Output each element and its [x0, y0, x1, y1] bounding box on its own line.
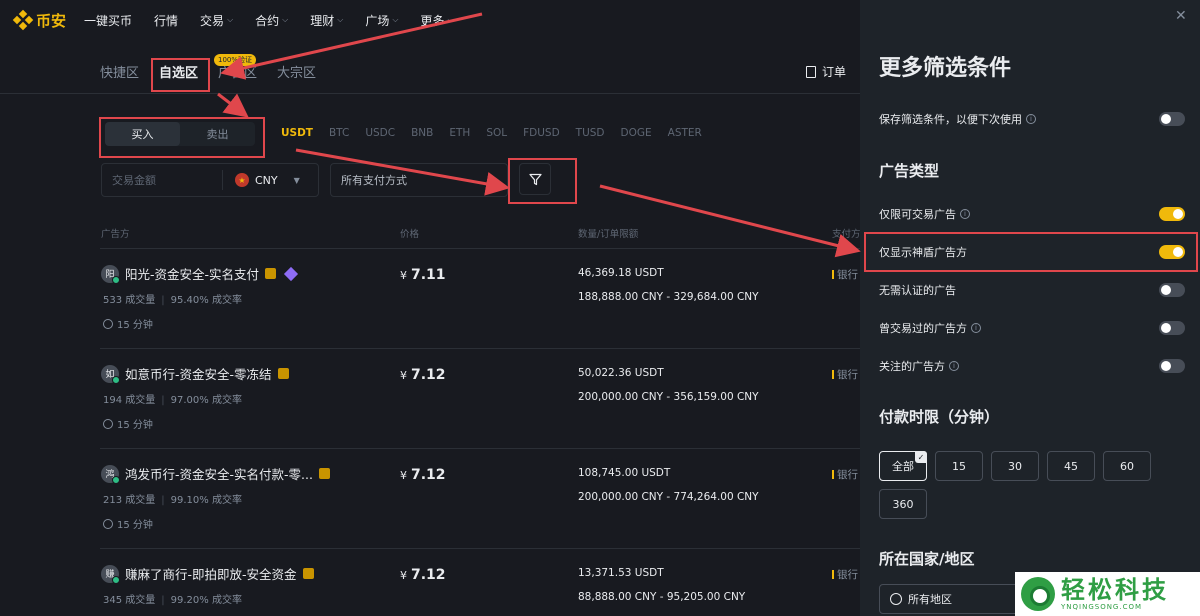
watermark-text: 轻松科技: [1061, 576, 1169, 604]
arrow-to-buy-sell: [217, 92, 249, 118]
arrow-to-self-select: [220, 12, 483, 80]
arrow-to-shield-option: [599, 184, 861, 258]
watermark-url: YNQINGSONG.COM: [1061, 603, 1143, 611]
watermark-logo-icon: [1021, 577, 1055, 611]
watermark: 轻松科技 YNQINGSONG.COM: [1015, 572, 1200, 616]
arrow-to-filter: [295, 148, 510, 196]
annotation-arrows: [217, 12, 861, 258]
